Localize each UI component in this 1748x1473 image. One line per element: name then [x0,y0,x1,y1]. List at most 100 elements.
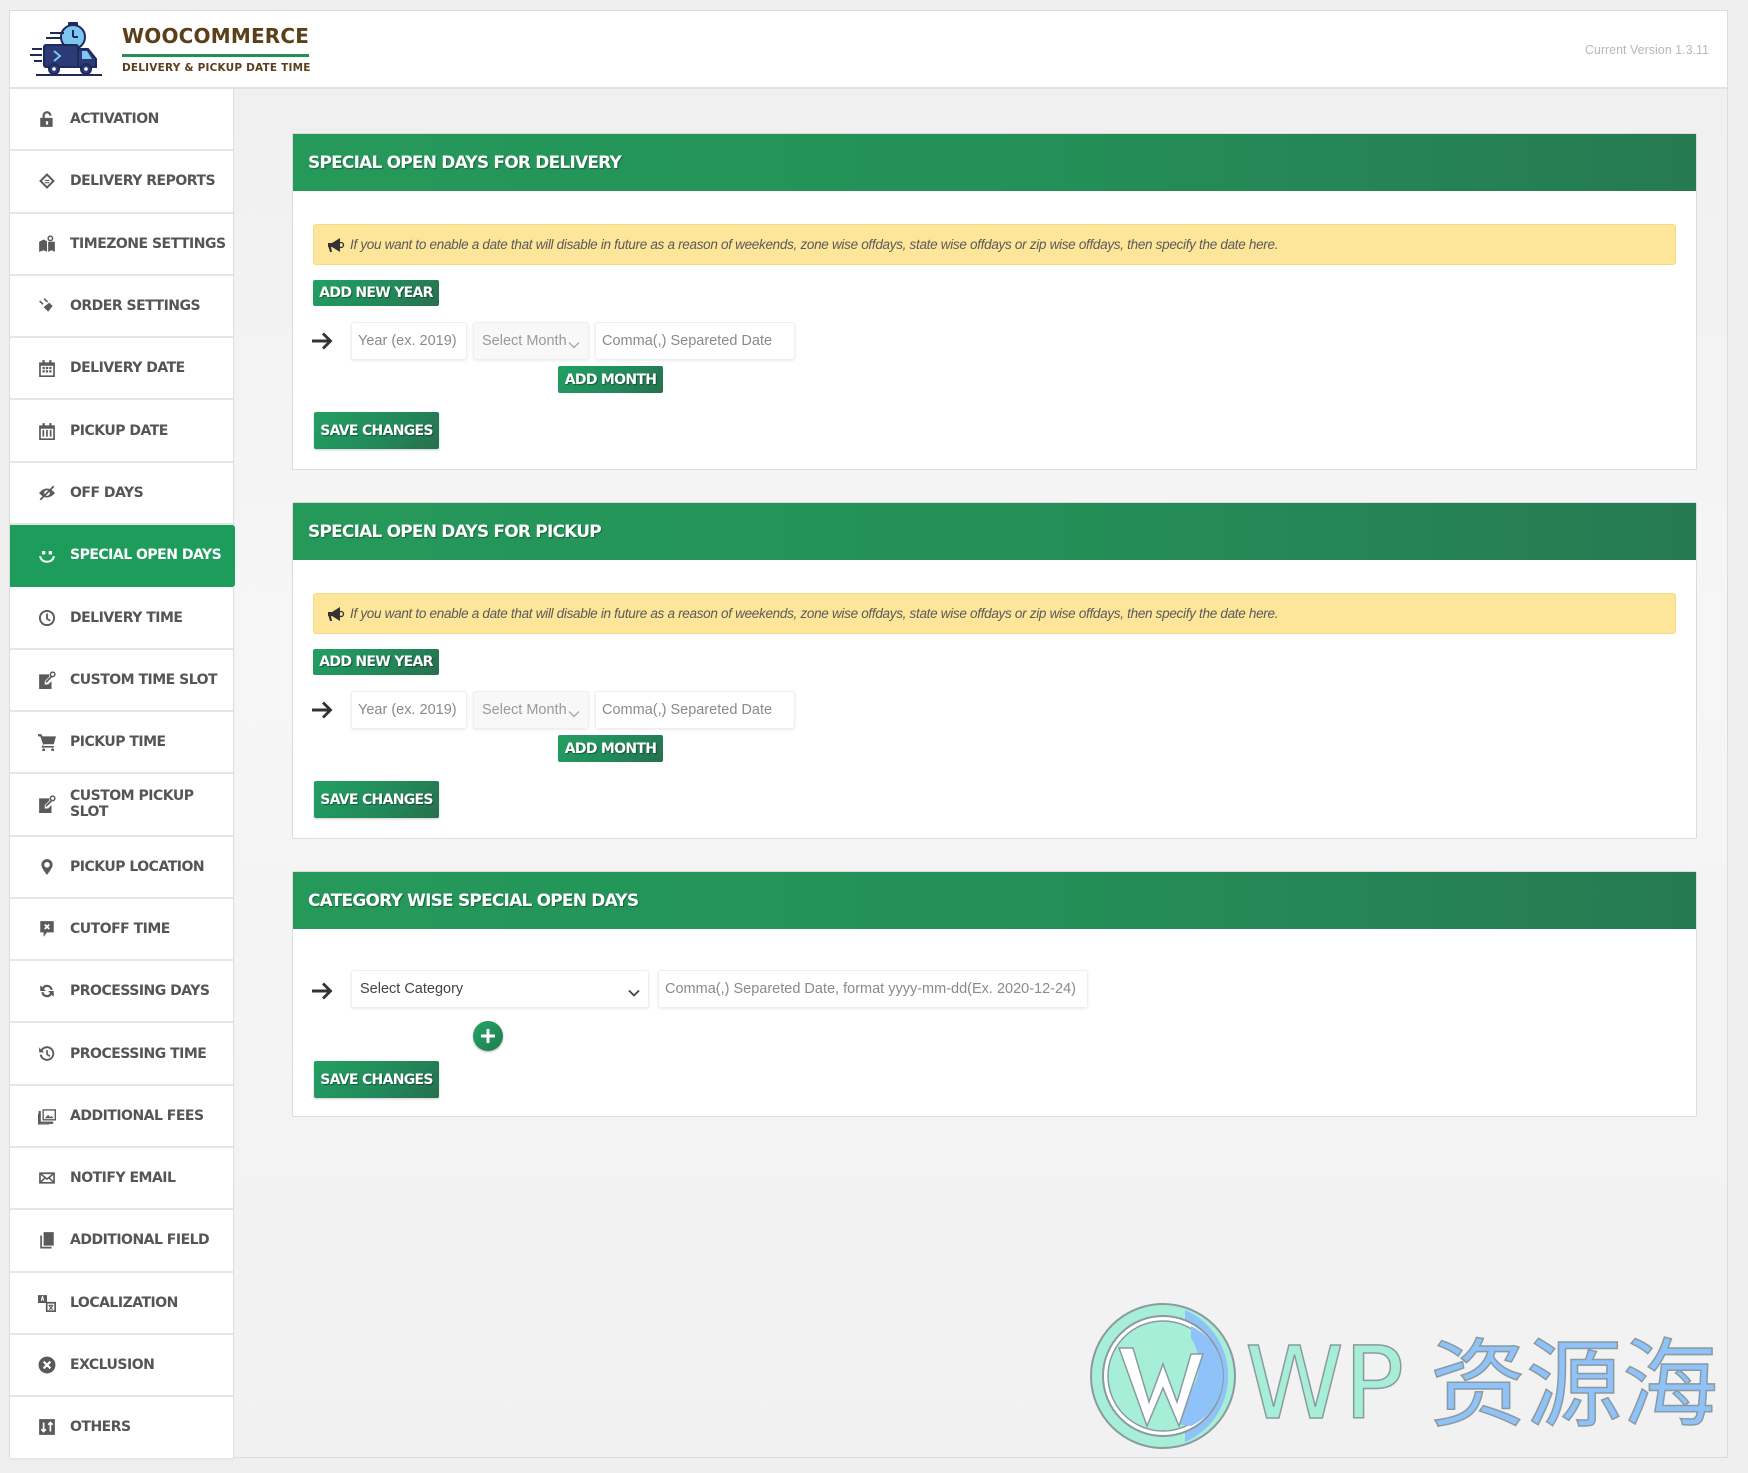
sidebar-item-custom-pickup-slot[interactable]: CUSTOM PICKUP SLOT [10,774,233,837]
megaphone-icon [328,237,345,252]
sidebar-item-order-settings[interactable]: ORDER SETTINGS [10,276,233,339]
sidebar-item-notify-email[interactable]: NOTIFY EMAIL [10,1148,233,1211]
sidebar-item-label: TIMEZONE SETTINGS [70,235,226,252]
year-input[interactable] [351,322,467,360]
sidebar-item-custom-time-slot[interactable]: CUSTOM TIME SLOT [10,650,233,712]
category-select[interactable]: Select Category [351,970,649,1008]
sidebar-item-label: NOTIFY EMAIL [70,1170,176,1187]
sidebar-item-label: PICKUP TIME [70,734,166,751]
edit-icon [38,671,56,689]
arrow-right-icon [312,981,336,1001]
category-dates-input[interactable] [658,970,1088,1008]
brand-subtitle: DELIVERY & PICKUP DATE TIME [122,62,311,74]
sidebar-item-special-open-days[interactable]: SPECIAL OPEN DAYS [10,525,263,588]
envelope-icon [38,1169,56,1187]
year-input-field[interactable] [358,702,460,718]
sidebar-item-label: ORDER SETTINGS [70,298,201,315]
sidebar-item-pickup-location[interactable]: PICKUP LOCATION [10,837,233,899]
refresh-icon [38,982,56,1000]
sidebar-item-timezone-settings[interactable]: TIMEZONE SETTINGS [10,214,233,276]
chevron-down-icon [628,985,640,997]
year-input[interactable] [351,691,467,729]
category-select-value: Select Category [360,981,464,997]
sidebar-item-activation[interactable]: ACTIVATION [10,89,233,152]
month-select-value: Select Month [482,333,567,349]
sidebar-item-label: ADDITIONAL FIELD [70,1232,210,1249]
info-notice: If you want to enable a date that will d… [313,593,1676,634]
chevron-down-icon [568,337,580,349]
sidebar-item-label: PROCESSING DAYS [70,983,210,1000]
settings-sidebar: ACTIVATION DELIVERY REPORTS TIMEZONE SET… [10,89,263,1460]
sidebar-item-additional-fees[interactable]: ADDITIONAL FEES [10,1086,233,1149]
add-month-button[interactable]: ADD MONTH [558,366,663,393]
sidebar-item-localization[interactable]: LOCALIZATION [10,1273,233,1335]
tag-icon [38,172,56,190]
wp-watermark-logo: WP 资源海 [1090,1303,1719,1449]
category-dates-input-field[interactable] [665,981,1081,997]
add-new-year-button[interactable]: ADD NEW YEAR [313,280,439,306]
notice-text: If you want to enable a date that will d… [350,237,1279,252]
panel-title: SPECIAL OPEN DAYS FOR DELIVERY [308,152,622,173]
copy-icon [38,1231,56,1249]
chevron-down-icon [568,706,580,718]
smile-icon [38,546,56,564]
comment-x-icon [38,920,56,938]
add-new-year-button[interactable]: ADD NEW YEAR [313,649,439,675]
panel-title: SPECIAL OPEN DAYS FOR PICKUP [308,521,602,542]
watermark-text-latin: WP [1245,1325,1404,1442]
sidebar-item-pickup-date[interactable]: PICKUP DATE [10,400,233,463]
current-version: Current Version 1.3.11 [1584,43,1709,57]
sidebar-item-label: CUTOFF TIME [70,921,170,937]
month-select[interactable]: Select Month [473,691,589,729]
sidebar-item-cutoff-time[interactable]: CUTOFF TIME [10,899,233,962]
notice-text: If you want to enable a date that will d… [350,606,1279,621]
sidebar-item-label: PROCESSING TIME [70,1045,207,1062]
brand-title: WOOCOMMERCE [122,24,310,57]
category-special-open-days-panel: CATEGORY WISE SPECIAL OPEN DAYS Select C… [292,871,1697,1117]
sidebar-item-exclusion[interactable]: EXCLUSION [10,1335,233,1398]
lock-icon [38,110,56,128]
arrow-right-icon [312,700,336,720]
sidebar-item-others[interactable]: OTHERS [10,1397,233,1460]
year-input-field[interactable] [358,333,460,349]
sidebar-item-label: EXCLUSION [70,1357,155,1374]
add-category-row-button[interactable] [473,1021,503,1051]
sidebar-item-delivery-reports[interactable]: DELIVERY REPORTS [10,151,233,214]
sidebar-item-delivery-time[interactable]: DELIVERY TIME [10,587,233,650]
sidebar-item-label: CUSTOM TIME SLOT [70,671,218,688]
save-changes-button[interactable]: SAVE CHANGES [314,1061,439,1098]
sidebar-item-off-days[interactable]: OFF DAYS [10,463,233,526]
sidebar-item-label: CUSTOM PICKUP SLOT [70,788,194,821]
add-month-button[interactable]: ADD MONTH [558,735,663,762]
eye-slash-icon [38,484,56,502]
clock-icon [38,609,56,627]
sidebar-item-delivery-date[interactable]: DELIVERY DATE [10,338,233,401]
dates-input[interactable] [595,322,795,360]
panel-header: CATEGORY WISE SPECIAL OPEN DAYS [293,872,1696,929]
sidebar-item-additional-field[interactable]: ADDITIONAL FIELD [10,1210,233,1273]
month-select[interactable]: Select Month [473,322,589,360]
sidebar-item-label: ADDITIONAL FEES [70,1107,204,1124]
edit-icon [38,795,56,814]
sidebar-item-processing-days[interactable]: PROCESSING DAYS [10,961,233,1024]
cart-icon [38,733,56,752]
sidebar-item-label: SPECIAL OPEN DAYS [70,547,222,564]
panel-header: SPECIAL OPEN DAYS FOR DELIVERY [293,134,1696,191]
sidebar-item-processing-time[interactable]: PROCESSING TIME [10,1023,233,1086]
dates-input-field[interactable] [602,333,788,349]
panel-header: SPECIAL OPEN DAYS FOR PICKUP [293,503,1696,560]
sidebar-item-pickup-time[interactable]: PICKUP TIME [10,712,233,775]
sidebar-item-label: PICKUP LOCATION [70,858,205,875]
history-icon [38,1045,56,1063]
times-circle-icon [38,1356,56,1374]
info-notice: If you want to enable a date that will d… [313,224,1676,265]
save-changes-button[interactable]: SAVE CHANGES [314,781,439,818]
dates-input-field[interactable] [602,702,788,718]
dates-input[interactable] [595,691,795,729]
language-icon [38,1294,56,1312]
plug-icon [38,297,56,315]
sidebar-item-label: ACTIVATION [70,111,159,128]
save-changes-button[interactable]: SAVE CHANGES [314,412,439,449]
plugin-logo: WOOCOMMERCE DELIVERY & PICKUP DATE TIME [30,19,311,79]
sidebar-item-label: LOCALIZATION [70,1294,178,1311]
